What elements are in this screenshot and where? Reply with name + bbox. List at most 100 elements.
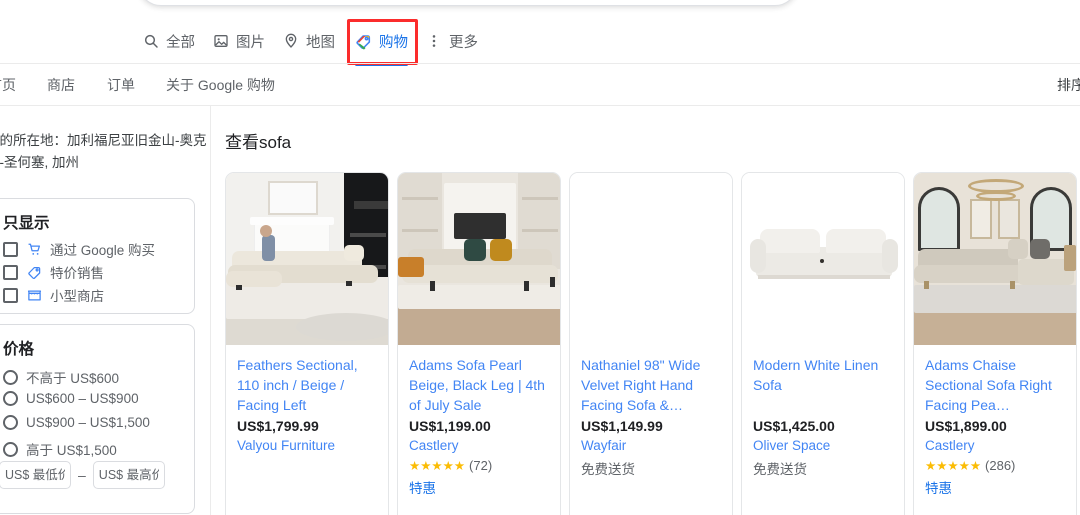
product-card[interactable]: Adams Sofa Pearl Beige, Black Leg | 4th … [397, 172, 561, 515]
product-card-strip: Feathers Sectional, 110 inch / Beige / F… [225, 172, 1077, 515]
product-title[interactable]: Adams Sofa Pearl Beige, Black Leg | 4th … [409, 355, 549, 415]
product-rating: ★★★★★ (72) [409, 458, 549, 473]
living-room-scene [398, 173, 560, 345]
price-range-separator: – [78, 467, 86, 483]
price-option-900-1500[interactable]: US$900 – US$1,500 [3, 415, 150, 430]
product-price: US$1,425.00 [753, 418, 835, 434]
subnav-item-about[interactable]: 关于 Google 购物 [166, 75, 275, 95]
search-mode-tabs: 全部 图片 地图 购物 更多 [0, 22, 1080, 66]
filter-on-sale-label: 特价销售 [50, 266, 104, 281]
product-price: US$1,799.99 [237, 418, 319, 434]
tab-shopping[interactable]: 购物 [355, 22, 408, 66]
price-filter-card: 价格 不高于 US$600 US$600 – US$900 US$900 – U… [0, 324, 195, 514]
price-option-over-1500-label: 高于 US$1,500 [26, 443, 117, 458]
tab-all[interactable]: 全部 [142, 22, 195, 60]
product-price: US$1,149.99 [581, 418, 663, 434]
product-info: Feathers Sectional, 110 inch / Beige / F… [226, 345, 388, 453]
radio-under-600[interactable] [3, 369, 18, 385]
living-room-scene [226, 173, 388, 345]
tab-more[interactable]: 更多 [425, 22, 478, 60]
tab-more-label: 更多 [449, 34, 478, 51]
price-min-input[interactable] [0, 461, 71, 489]
price-option-600-900-label: US$600 – US$900 [26, 391, 139, 406]
filter-buy-on-google-label: 通过 Google 购买 [50, 243, 156, 258]
product-merchant[interactable]: Wayfair [581, 438, 721, 453]
product-merchant[interactable]: Castlery [409, 438, 549, 453]
product-price: US$1,199.00 [409, 418, 491, 434]
product-merchant[interactable]: Oliver Space [753, 438, 893, 453]
radio-900-1500[interactable] [3, 415, 18, 430]
product-price: US$1,899.00 [925, 418, 1007, 434]
rating-count: (286) [985, 458, 1016, 473]
checkbox-buy-on-google[interactable] [3, 241, 18, 257]
storefront-icon [26, 287, 42, 303]
product-title[interactable]: Feathers Sectional, 110 inch / Beige / F… [237, 355, 377, 415]
tab-shopping-label: 购物 [379, 34, 408, 51]
deal-badge: 特惠 [925, 481, 952, 496]
google-shopping-results-page: 全部 图片 地图 购物 更多 页 商店 订单 关于 Google 购物 排序 您… [0, 0, 1080, 515]
sort-button[interactable]: 排序 [1057, 75, 1080, 95]
filter-on-sale[interactable]: 特价销售 [3, 262, 104, 282]
rating-count: (72) [469, 458, 493, 473]
deal-badge: 特惠 [409, 481, 436, 496]
living-room-scene [914, 173, 1076, 345]
product-merchant[interactable]: Valyou Furniture [237, 438, 377, 453]
subnav-item-home[interactable]: 首页 [0, 75, 16, 95]
only-show-filter-card: 只显示 通过 Google 购买 特价销售 小型商店 [0, 198, 195, 314]
filter-small-business-label: 小型商店 [50, 289, 104, 304]
product-card[interactable]: Modern White Linen Sofa US$1,425.00 Oliv… [741, 172, 905, 515]
price-option-under-600-label: 不高于 US$600 [26, 371, 120, 386]
product-card[interactable]: Feathers Sectional, 110 inch / Beige / F… [225, 172, 389, 515]
product-image [914, 173, 1076, 345]
price-option-under-600[interactable]: 不高于 US$600 [3, 367, 119, 387]
location-pin-icon [282, 33, 299, 50]
product-image [398, 173, 560, 345]
price-tag-icon [26, 264, 42, 280]
tab-all-label: 全部 [166, 34, 195, 51]
radio-over-1500[interactable] [3, 441, 18, 457]
filter-buy-on-google[interactable]: 通过 Google 购买 [3, 239, 155, 259]
results-heading: 查看sofa [225, 133, 292, 152]
price-option-over-1500[interactable]: 高于 US$1,500 [3, 439, 117, 459]
only-show-title: 只显示 [3, 215, 50, 232]
product-card[interactable]: Adams Chaise Sectional Sofa Right Facing… [913, 172, 1077, 515]
price-filter-title: 价格 [3, 341, 35, 358]
checkbox-on-sale[interactable] [3, 264, 18, 280]
product-title[interactable]: Nathaniel 98" Wide Velvet Right Hand Fac… [581, 355, 721, 415]
product-image [570, 173, 732, 345]
product-rating: ★★★★★ (286) [925, 458, 1065, 473]
product-title[interactable]: Adams Chaise Sectional Sofa Right Facing… [925, 355, 1065, 415]
subnav-item-stores[interactable]: 商店 [47, 75, 75, 95]
checkbox-small-business[interactable] [3, 287, 18, 303]
tab-images[interactable]: 图片 [212, 22, 265, 60]
image-icon [212, 33, 229, 50]
rating-stars: ★★★★★ [409, 459, 466, 473]
filter-small-business[interactable]: 小型商店 [3, 285, 104, 305]
product-info: Nathaniel 98" Wide Velvet Right Hand Fac… [570, 345, 732, 478]
location-note: 您的所在地：加利福尼亚旧金山-奥克兰-圣何塞, 加州 [0, 133, 207, 170]
price-max-input[interactable] [92, 461, 165, 489]
radio-600-900[interactable] [3, 391, 18, 406]
tab-images-label: 图片 [236, 34, 265, 51]
rating-stars: ★★★★★ [925, 459, 982, 473]
price-option-900-1500-label: US$900 – US$1,500 [26, 415, 150, 430]
product-merchant[interactable]: Castlery [925, 438, 1065, 453]
price-option-600-900[interactable]: US$600 – US$900 [3, 391, 139, 406]
tab-maps[interactable]: 地图 [282, 22, 335, 60]
more-vertical-icon [425, 33, 442, 50]
product-info: Modern White Linen Sofa US$1,425.00 Oliv… [742, 345, 904, 478]
product-cutout-scene [742, 173, 904, 345]
product-image [226, 173, 388, 345]
product-info: Adams Sofa Pearl Beige, Black Leg | 4th … [398, 345, 560, 497]
results-panel: 查看sofa Feathers Sectional, 110 inch / Be… [210, 106, 1080, 515]
price-range-inputs: – [0, 461, 165, 489]
search-icon [142, 33, 159, 50]
product-info: Adams Chaise Sectional Sofa Right Facing… [914, 345, 1076, 497]
shopping-cart-icon [26, 241, 42, 257]
tab-maps-label: 地图 [306, 34, 335, 51]
search-box[interactable] [138, 0, 798, 6]
product-title[interactable]: Modern White Linen Sofa [753, 355, 893, 415]
subnav-item-orders[interactable]: 订单 [107, 75, 135, 95]
product-card[interactable]: Nathaniel 98" Wide Velvet Right Hand Fac… [569, 172, 733, 515]
shipping-note: 免费送货 [753, 462, 807, 477]
